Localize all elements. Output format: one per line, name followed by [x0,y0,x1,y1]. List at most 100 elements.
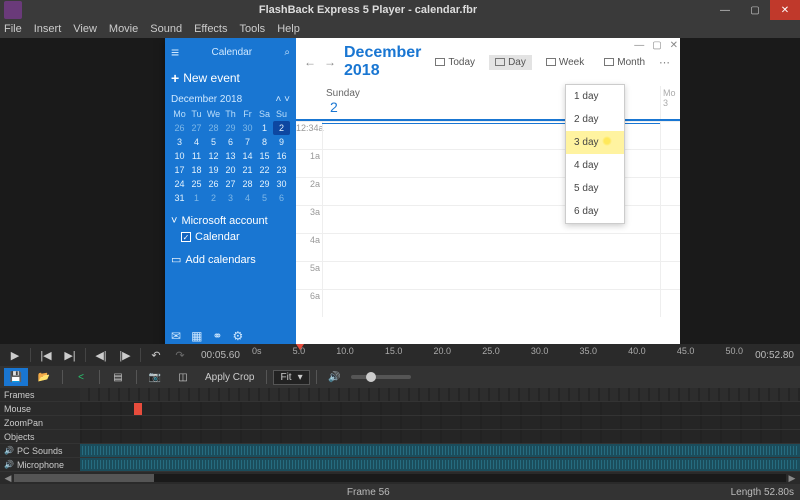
view-day-button[interactable]: Day [489,55,532,70]
today-button[interactable]: Today [429,55,481,70]
minical-day[interactable]: 5 [256,191,273,205]
minical-day[interactable]: 25 [188,177,205,191]
minical-day[interactable]: 30 [273,177,290,191]
timeline-scrollbar[interactable]: ◀ ▶ [0,472,800,484]
track-row[interactable]: Microphone [0,458,800,472]
next-arrow-icon[interactable]: → [324,55,336,69]
redo-button[interactable]: ↷ [171,347,189,363]
view-month-button[interactable]: Month [598,55,651,70]
dropdown-option[interactable]: 2 day [566,108,624,131]
dropdown-option[interactable]: 6 day [566,200,624,223]
menu-movie[interactable]: Movie [109,23,138,35]
minical-day[interactable]: 5 [205,135,222,149]
minical-day[interactable]: 22 [256,163,273,177]
minical-day[interactable]: 26 [205,177,222,191]
day-count-dropdown[interactable]: 1 day2 day3 day4 day5 day6 day [565,84,625,224]
scroll-left-icon[interactable]: ◀ [2,473,14,484]
dropdown-option[interactable]: 1 day [566,85,624,108]
minical-day[interactable]: 8 [256,135,273,149]
menu-view[interactable]: View [73,23,97,35]
menu-file[interactable]: File [4,23,22,35]
undo-button[interactable]: ↶ [147,347,165,363]
minical-day[interactable]: 28 [205,121,222,135]
search-icon[interactable]: ⌕ [284,47,290,58]
minical-day[interactable]: 4 [188,135,205,149]
step-back-button[interactable]: ◀| [92,347,110,363]
minical-day[interactable]: 1 [256,121,273,135]
minical-day[interactable]: 29 [256,177,273,191]
volume-icon[interactable]: 🔊 [323,368,347,386]
zoom-select[interactable]: Fit▾ [273,370,309,385]
open-button[interactable]: 📂 [32,368,56,386]
minical-day[interactable]: 28 [239,177,256,191]
slider-thumb[interactable] [366,372,376,382]
calendar-checkbox-row[interactable]: ✓ Calendar [171,231,290,243]
minimize-button[interactable]: — [710,0,740,20]
track-row[interactable]: ZoomPan [0,416,800,430]
minical-day[interactable]: 12 [205,149,222,163]
add-calendars-button[interactable]: ▭ Add calendars [171,253,290,266]
track-lane[interactable] [80,444,800,457]
account-section[interactable]: ˅ Microsoft account [171,215,290,227]
track-row[interactable]: Objects [0,430,800,444]
minical-day[interactable]: 31 [171,191,188,205]
share-button[interactable]: < [69,368,93,386]
minical-day[interactable]: 27 [188,121,205,135]
dropdown-option[interactable]: 4 day [566,154,624,177]
cal-maximize-button[interactable]: ▢ [652,40,661,51]
minical-day[interactable]: 29 [222,121,239,135]
minical-day[interactable]: 26 [171,121,188,135]
menu-help[interactable]: Help [277,23,300,35]
settings-icon[interactable]: ⚙ [232,329,243,343]
minical-day[interactable]: 13 [222,149,239,163]
minical-day[interactable]: 20 [222,163,239,177]
minical-day[interactable]: 21 [239,163,256,177]
minical-day[interactable]: 14 [239,149,256,163]
playhead-marker[interactable] [296,344,304,350]
minical-day[interactable]: 19 [205,163,222,177]
minical-day[interactable]: 6 [222,135,239,149]
menu-insert[interactable]: Insert [34,23,62,35]
minical-day[interactable]: 30 [239,121,256,135]
view-week-button[interactable]: Week [540,55,590,70]
track-lane[interactable] [80,430,800,443]
minical-day[interactable]: 27 [222,177,239,191]
minical-day[interactable]: 2 [273,121,290,135]
minical-day[interactable]: 3 [222,191,239,205]
save-button[interactable]: 💾 [4,368,28,386]
minical-day[interactable]: 4 [239,191,256,205]
goto-start-button[interactable]: |◀ [37,347,55,363]
scrollbar-thumb[interactable] [14,474,154,482]
dropdown-option[interactable]: 5 day [566,177,624,200]
track-lane[interactable] [80,402,800,415]
track-lane[interactable] [80,388,800,401]
track-row[interactable]: Mouse [0,402,800,416]
minical-day[interactable]: 17 [171,163,188,177]
prev-arrow-icon[interactable]: ← [304,55,316,69]
crop-button[interactable]: ◫ [171,368,195,386]
track-row[interactable]: Frames [0,388,800,402]
minical-day[interactable]: 23 [273,163,290,177]
play-button[interactable]: ▶ [6,347,24,363]
scroll-right-icon[interactable]: ▶ [786,473,798,484]
menu-sound[interactable]: Sound [150,23,182,35]
minical-day[interactable]: 3 [171,135,188,149]
track-lane[interactable] [80,458,800,471]
minical-day[interactable]: 18 [188,163,205,177]
mouse-event-marker[interactable] [134,403,142,415]
minical-day[interactable]: 7 [239,135,256,149]
calendar-icon[interactable]: ▦ [191,329,202,343]
volume-slider[interactable] [351,375,411,379]
step-forward-button[interactable]: |▶ [116,347,134,363]
cal-minimize-button[interactable]: — [634,40,644,51]
people-icon[interactable]: ⚭ [212,329,222,343]
cal-close-button[interactable]: ✕ [670,40,678,51]
more-icon[interactable]: ⋯ [659,56,672,69]
time-ruler[interactable]: 0s5.010.015.020.025.030.035.040.045.050.… [252,346,743,364]
mini-calendar[interactable]: MoTuWeThFrSaSu26272829301234567891011121… [171,107,290,205]
menu-effects[interactable]: Effects [194,23,227,35]
minical-day[interactable]: 11 [188,149,205,163]
minical-day[interactable]: 6 [273,191,290,205]
track-lane[interactable] [80,416,800,429]
track-row[interactable]: PC Sounds [0,444,800,458]
